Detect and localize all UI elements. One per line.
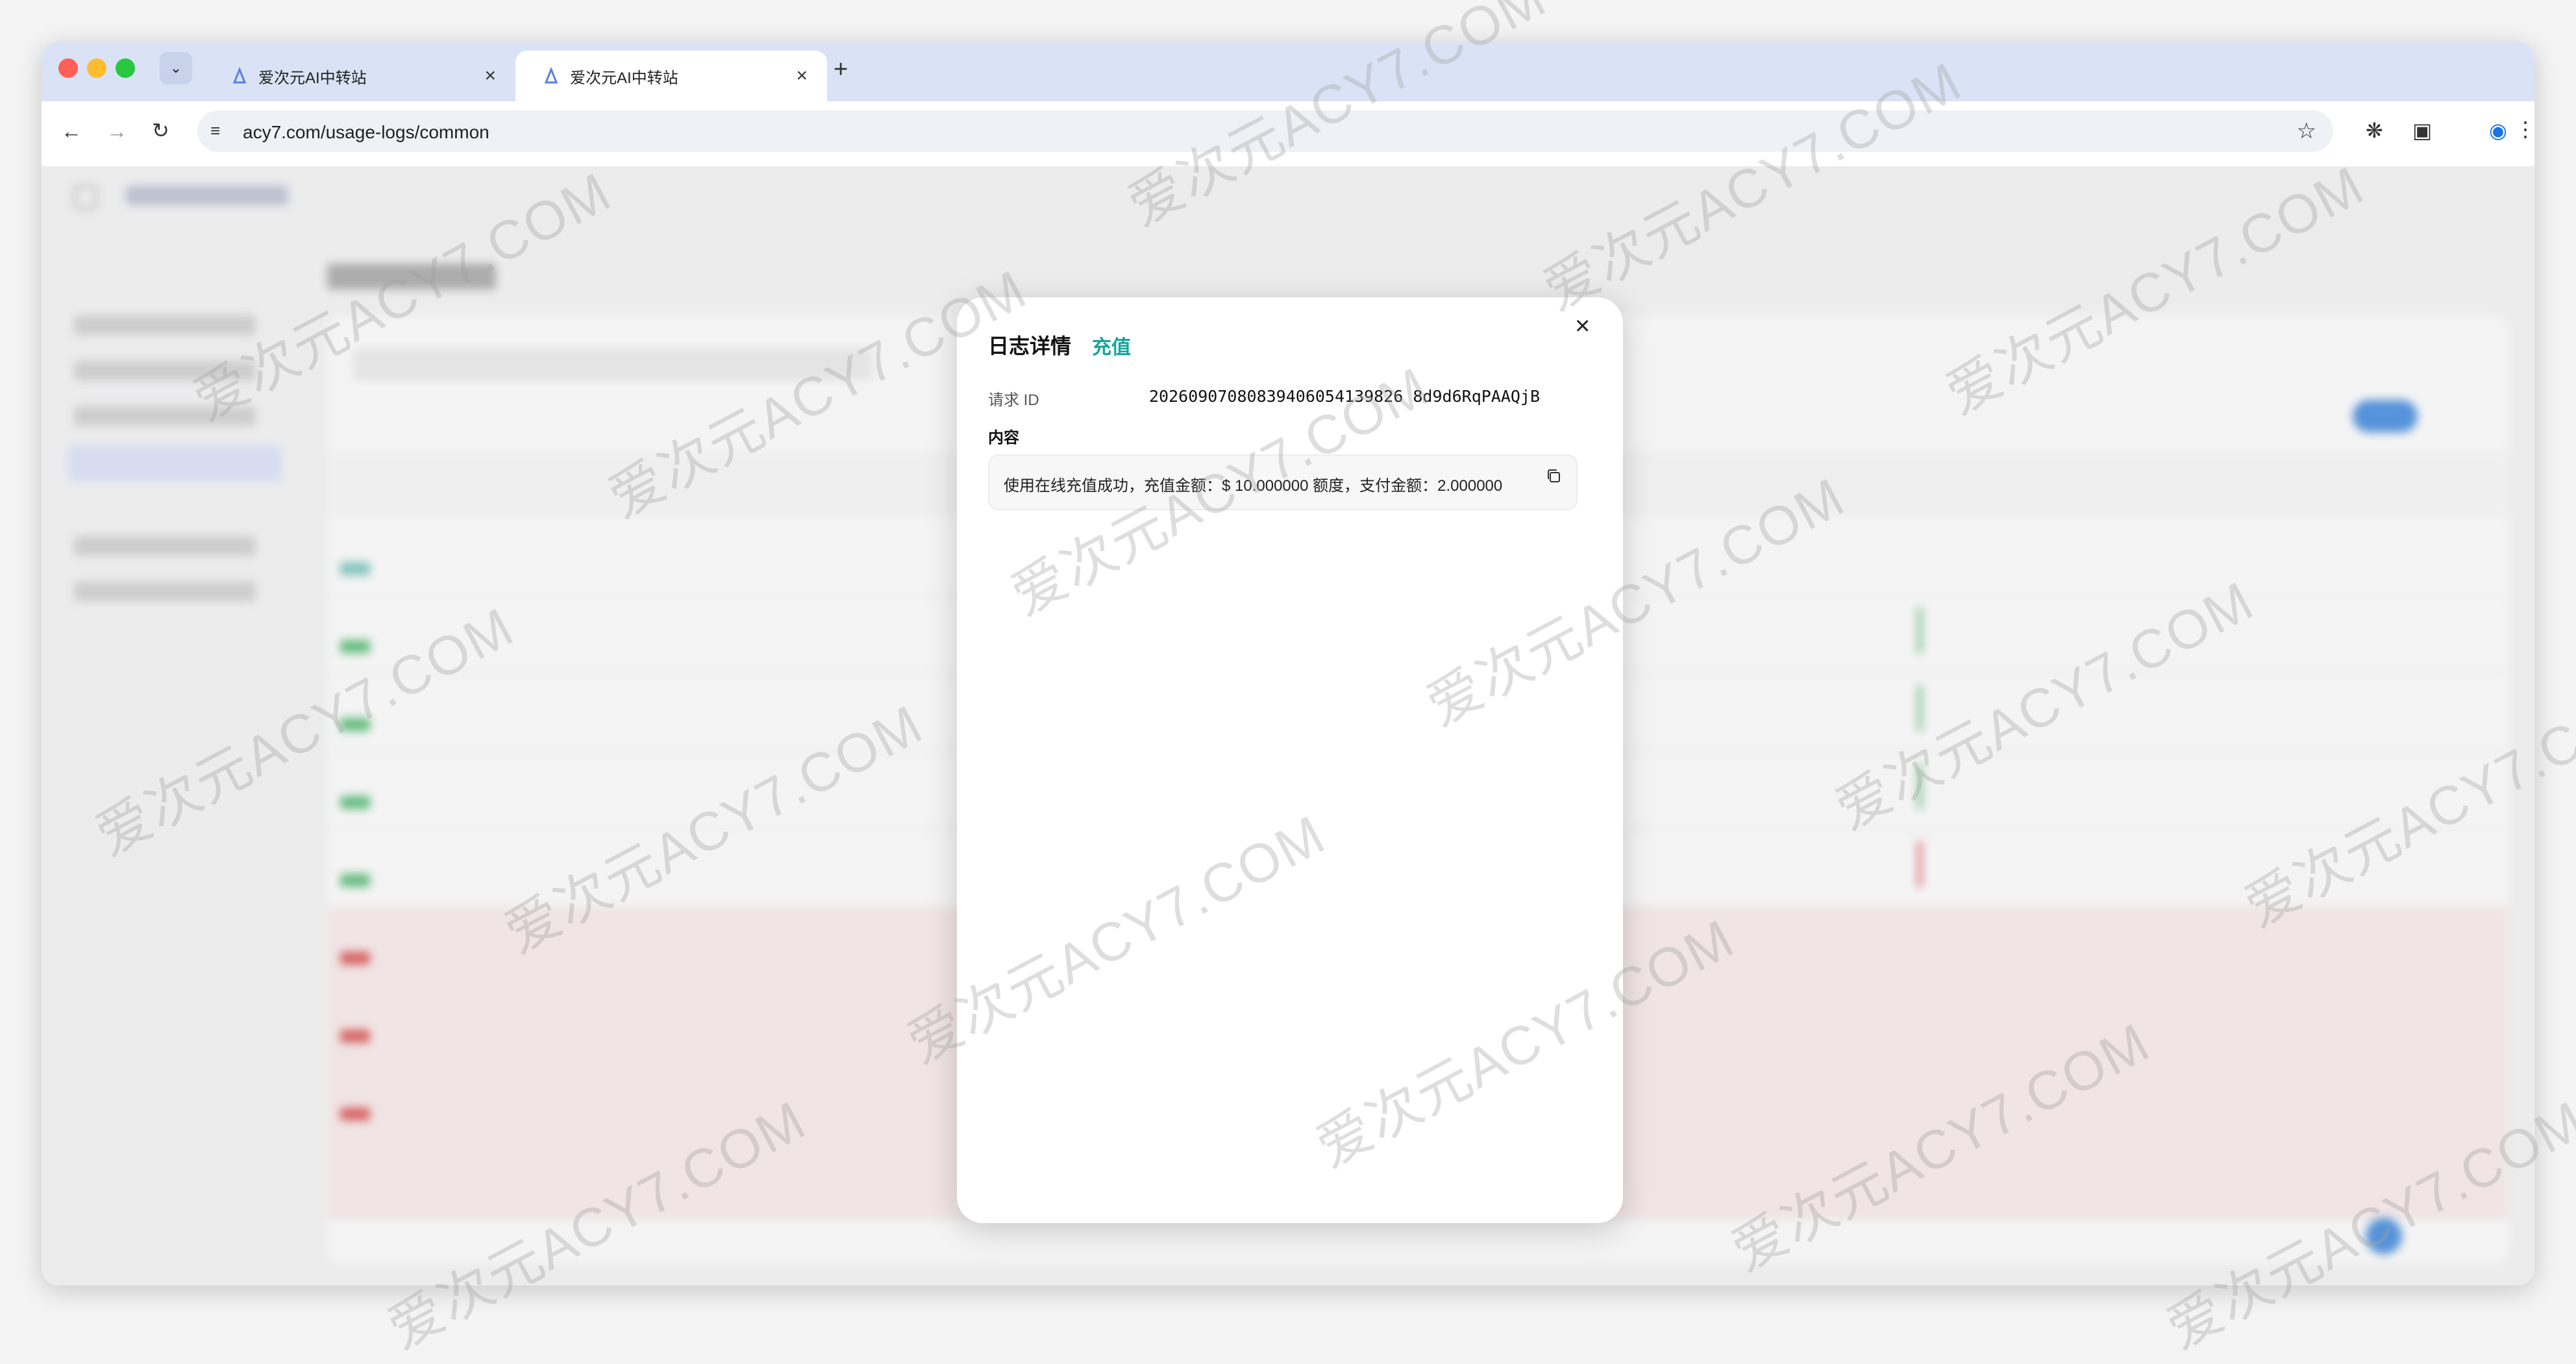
page-content: 日志详情 充值 × 请求 ID 202609070808394060541398…: [42, 166, 2534, 1285]
site-favicon-icon: [541, 66, 561, 86]
copy-icon[interactable]: [1545, 467, 1563, 486]
log-type-badge: 充值: [1092, 337, 1131, 358]
maximize-window-button[interactable]: [116, 58, 135, 78]
address-bar[interactable]: ≡ acy7.com/usage-logs/common ☆: [197, 110, 2333, 152]
more-menu-icon[interactable]: ⋮: [2515, 117, 2534, 142]
url-text[interactable]: acy7.com/usage-logs/common: [243, 122, 489, 143]
minimize-window-button[interactable]: [87, 58, 106, 78]
tab-close-icon[interactable]: ×: [484, 65, 496, 87]
puzzle-extensions-icon[interactable]: ▣: [2412, 118, 2432, 143]
site-settings-icon[interactable]: ≡: [210, 121, 220, 141]
request-id-label: 请求 ID: [988, 391, 1039, 409]
browser-toolbar: ← → ↻ ≡ acy7.com/usage-logs/common ☆ ❋ ▣…: [42, 101, 2534, 166]
tab-title: 爱次元AI中转站: [258, 69, 367, 87]
tab-2[interactable]: 爱次元AI中转站 ×: [515, 51, 827, 101]
site-favicon-icon: [230, 66, 249, 86]
content-text: 使用在线充值成功，充值金额：$ 10.000000 额度，支付金额：2.0000…: [1004, 477, 1503, 495]
new-tab-button[interactable]: +: [834, 56, 848, 84]
back-icon[interactable]: ←: [61, 119, 82, 143]
tab-close-icon[interactable]: ×: [796, 65, 808, 87]
tab-search-button[interactable]: ⌄: [160, 52, 192, 84]
request-id-value: 20260907080839406054139826 8d9d6RqPAAQjB: [1149, 387, 1541, 406]
forward-icon[interactable]: →: [106, 119, 127, 143]
modal-title: 日志详情: [988, 334, 1072, 358]
tab-1[interactable]: 爱次元AI中转站 ×: [204, 51, 515, 101]
tab-strip: ⌄ 爱次元AI中转站 × 爱次元AI中转站 × +: [42, 42, 2534, 101]
profile-icon[interactable]: ◉: [2489, 118, 2507, 143]
bookmark-star-icon[interactable]: ☆: [2297, 118, 2316, 144]
close-window-button[interactable]: [58, 58, 78, 78]
browser-window: ⌄ 爱次元AI中转站 × 爱次元AI中转站 × + ← → ↻ ≡ acy7.c…: [42, 42, 2534, 1285]
content-box: 使用在线充值成功，充值金额：$ 10.000000 额度，支付金额：2.0000…: [988, 454, 1578, 510]
close-modal-button[interactable]: ×: [1575, 312, 1590, 341]
extension-icon[interactable]: ❋: [2366, 118, 2383, 143]
reload-icon[interactable]: ↻: [152, 118, 169, 143]
tab-title: 爱次元AI中转站: [570, 69, 678, 87]
log-detail-modal: 日志详情 充值 × 请求 ID 202609070808394060541398…: [957, 297, 1623, 1223]
chevron-down-icon: ⌄: [169, 60, 182, 76]
content-label: 内容: [988, 429, 1019, 447]
